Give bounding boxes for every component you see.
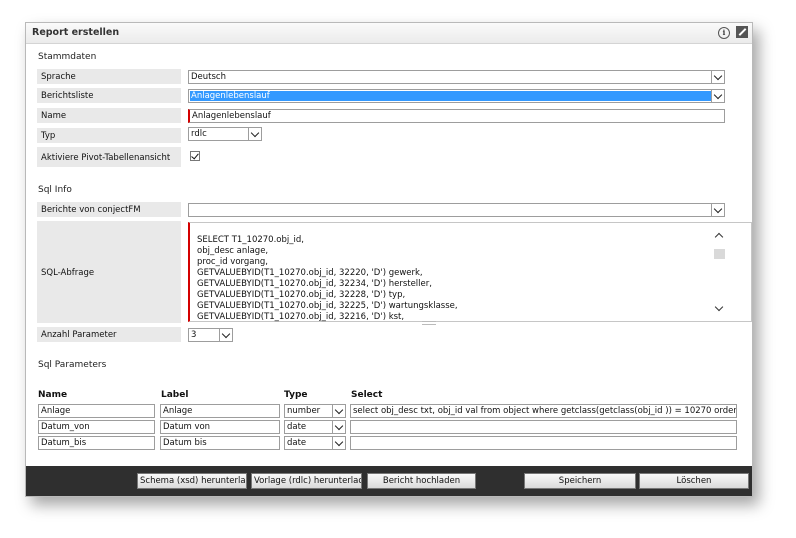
param-label-input[interactable]: Datum von [160, 420, 280, 434]
dialog-footer: Schema (xsd) herunterladen Vorlage (rdlc… [26, 466, 752, 496]
param-label-input[interactable]: Anlage [160, 404, 280, 418]
param-label-input[interactable]: Datum bis [160, 436, 280, 450]
pivot-label: Aktiviere Pivot-Tabellenansicht [36, 146, 182, 168]
sql-textarea[interactable]: SELECT T1_10270.obj_id, obj_desc anlage,… [188, 222, 752, 322]
berichtsliste-value: Anlagenlebenslauf [190, 91, 711, 101]
dialog-titlebar: Report erstellen i [26, 23, 752, 44]
sql-line: GETVALUEBYID(T1_10270.obj_id, 32225, 'D'… [197, 301, 458, 311]
param-name-input[interactable]: Anlage [38, 404, 155, 418]
param-type-select[interactable]: date [284, 420, 346, 434]
vorlage-download-button[interactable]: Vorlage (rdlc) herunterladen [251, 473, 362, 489]
sql-line: GETVALUEBYID(T1_10270.obj_id, 32220, 'D'… [197, 268, 423, 278]
param-type-value: number [287, 406, 321, 416]
section-params: Sql Parameters [38, 360, 107, 370]
chevron-down-icon[interactable] [332, 437, 345, 449]
dialog-title: Report erstellen [32, 27, 120, 38]
sprache-label: Sprache [36, 68, 182, 85]
chevron-down-icon[interactable] [219, 329, 232, 341]
param-type-select[interactable]: number [284, 404, 346, 418]
param-type-select[interactable]: date [284, 436, 346, 450]
col-type-header: Type [284, 390, 308, 400]
sql-line: proc_id vorgang, [197, 257, 268, 267]
chevron-down-icon[interactable] [711, 204, 724, 216]
sql-scrollbar[interactable] [714, 230, 725, 314]
schema-download-button[interactable]: Schema (xsd) herunterladen [137, 473, 247, 489]
pivot-checkbox[interactable] [190, 151, 200, 161]
typ-select[interactable]: rdlc [188, 127, 262, 141]
sql-line: GETVALUEBYID(T1_10270.obj_id, 32228, 'D'… [197, 290, 406, 300]
sql-line: SELECT T1_10270.obj_id, [197, 235, 304, 245]
berichte-select[interactable] [188, 203, 725, 217]
name-value: Anlagenlebenslauf [192, 111, 271, 121]
resize-icon[interactable] [736, 26, 748, 38]
chevron-down-icon[interactable] [711, 71, 724, 83]
param-select-input[interactable]: select obj_desc txt, obj_id val from obj… [350, 404, 737, 418]
col-label-header: Label [161, 390, 189, 400]
speichern-button[interactable]: Speichern [524, 473, 636, 489]
typ-label: Typ [36, 127, 182, 144]
chevron-down-icon[interactable] [711, 90, 724, 102]
param-select-input[interactable] [350, 436, 737, 450]
anzahl-label: Anzahl Parameter [36, 326, 182, 343]
resize-grip-icon[interactable] [422, 321, 436, 325]
berichte-label: Berichte von conjectFM [36, 201, 182, 218]
sql-label: SQL-Abfrage [36, 220, 182, 324]
param-type-value: date [287, 422, 307, 432]
sql-line: obj_desc anlage, [197, 246, 269, 256]
sprache-value: Deutsch [191, 72, 226, 82]
berichtsliste-label: Berichtsliste [36, 87, 182, 104]
name-label: Name [36, 107, 182, 124]
anzahl-select[interactable]: 3 [188, 328, 233, 342]
sql-line: GETVALUEBYID(T1_10270.obj_id, 32216, 'D'… [197, 312, 405, 322]
report-dialog: Report erstellen i Stammdaten Sprache De… [25, 22, 753, 497]
section-stammdaten: Stammdaten [38, 52, 97, 62]
berichtsliste-select[interactable]: Anlagenlebenslauf [188, 89, 725, 103]
loeschen-button[interactable]: Löschen [639, 473, 749, 489]
scrollbar-thumb[interactable] [714, 249, 725, 259]
col-select-header: Select [351, 390, 383, 400]
name-input[interactable]: Anlagenlebenslauf [188, 109, 725, 123]
chevron-down-icon[interactable] [332, 421, 345, 433]
anzahl-value: 3 [191, 330, 197, 340]
col-name-header: Name [38, 390, 68, 400]
sql-line: GETVALUEBYID(T1_10270.obj_id, 32234, 'D'… [197, 279, 432, 289]
scroll-down-icon[interactable] [714, 304, 725, 314]
param-select-input[interactable] [350, 420, 737, 434]
sprache-select[interactable]: Deutsch [188, 70, 725, 84]
param-name-input[interactable]: Datum_von [38, 420, 155, 434]
param-type-value: date [287, 438, 307, 448]
typ-value: rdlc [191, 129, 207, 139]
chevron-down-icon[interactable] [332, 405, 345, 417]
scroll-up-icon[interactable] [714, 230, 725, 240]
param-name-input[interactable]: Datum_bis [38, 436, 155, 450]
info-icon[interactable]: i [718, 27, 730, 39]
chevron-down-icon[interactable] [248, 128, 261, 140]
bericht-hochladen-button[interactable]: Bericht hochladen [367, 473, 476, 489]
section-sqlinfo: Sql Info [38, 185, 72, 195]
